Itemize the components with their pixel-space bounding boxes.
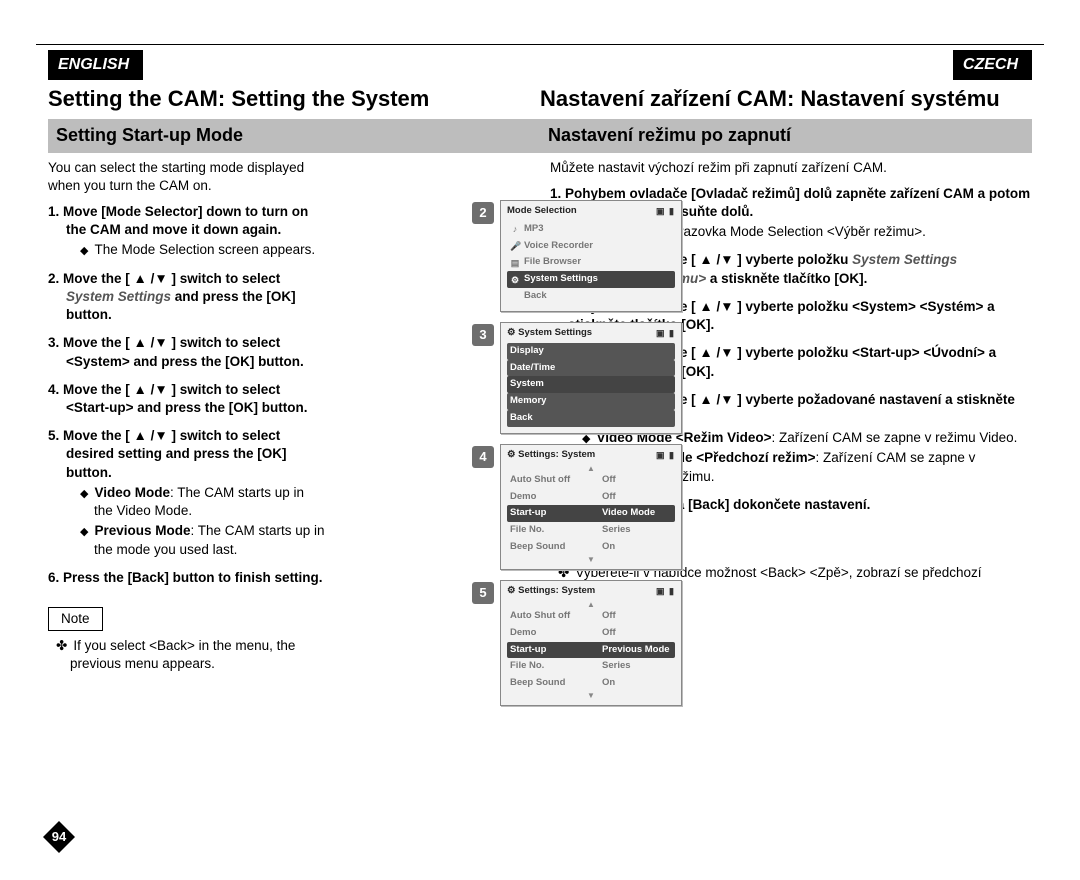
step-1: 1. Move [Mode Selector] down to turn on … <box>48 203 325 260</box>
folder-icon: ▤ <box>510 257 520 269</box>
lang-badge-english: ENGLISH <box>48 50 143 80</box>
step-5-sub-1: Video Mode: The CAM starts up in the Vid… <box>66 484 325 520</box>
steps-left: 1. Move [Mode Selector] down to turn on … <box>48 203 325 587</box>
menu-back: Back <box>507 288 675 305</box>
step-badge-3: 3 <box>472 324 494 346</box>
step-3: 3. Move the [ ▲ /▼ ] switch to select <S… <box>48 334 325 370</box>
screenshot-3: 3 ⚙ System Settings▣ ▮ Display Date/Time… <box>472 322 682 434</box>
device-screenshots: 2 Mode Selection▣ ▮ ♪MP3 🎤Voice Recorder… <box>472 200 682 706</box>
music-icon: ♪ <box>510 223 520 235</box>
menu-voice-recorder: 🎤Voice Recorder <box>507 238 675 255</box>
step-2: 2. Move the [ ▲ /▼ ] switch to select Sy… <box>48 270 325 325</box>
row-start-up-5: Start-upPrevious Mode <box>507 642 675 659</box>
intro-right: Můžete nastavit výchozí režim při zapnut… <box>550 159 1032 177</box>
step-1-sub: The Mode Selection screen appears. <box>66 241 325 259</box>
lcd-5: ⚙ Settings: System▣ ▮ ▲ Auto Shut offOff… <box>500 580 682 706</box>
row-beep-sound-5: Beep SoundOn <box>507 675 675 692</box>
screenshot-5: 5 ⚙ Settings: System▣ ▮ ▲ Auto Shut offO… <box>472 580 682 706</box>
menu-memory: Memory <box>507 393 675 410</box>
left-column: ENGLISH Setting the CAM: Setting the Sys… <box>40 50 540 850</box>
row-file-no: File No.Series <box>507 522 675 539</box>
row-demo: DemoOff <box>507 489 675 506</box>
note-label-left: Note <box>48 607 103 631</box>
row-start-up: Start-upVideo Mode <box>507 505 675 522</box>
step-badge-4: 4 <box>472 446 494 468</box>
gear-icon: ⚙ <box>510 274 520 286</box>
step-badge-2: 2 <box>472 202 494 224</box>
lang-badge-czech: CZECH <box>953 50 1032 80</box>
page-number: 94 <box>52 828 66 846</box>
battery-icon: ▣ ▮ <box>656 585 675 597</box>
lcd-2: Mode Selection▣ ▮ ♪MP3 🎤Voice Recorder ▤… <box>500 200 682 312</box>
lcd-3: ⚙ System Settings▣ ▮ Display Date/Time S… <box>500 322 682 434</box>
screenshot-2: 2 Mode Selection▣ ▮ ♪MP3 🎤Voice Recorder… <box>472 200 682 312</box>
page-title-right: Nastavení zařízení CAM: Nastavení systém… <box>540 84 1032 114</box>
step-5: 5. Move the [ ▲ /▼ ] switch to select de… <box>48 427 325 559</box>
page-content: ENGLISH Setting the CAM: Setting the Sys… <box>40 50 1040 850</box>
step-4: 4. Move the [ ▲ /▼ ] switch to select <S… <box>48 381 325 417</box>
chevron-up-icon: ▲ <box>507 465 675 472</box>
intro-left: You can select the starting mode display… <box>48 159 325 195</box>
gear-icon: ⚙ <box>507 327 516 338</box>
row-auto-shut-off: Auto Shut offOff <box>507 472 675 489</box>
menu-display: Display <box>507 343 675 360</box>
step-badge-5: 5 <box>472 582 494 604</box>
chevron-up-icon: ▲ <box>507 601 675 608</box>
menu-system-settings: ⚙System Settings <box>507 271 675 288</box>
step-6: 6. Press the [Back] button to finish set… <box>48 569 325 587</box>
row-demo-5: DemoOff <box>507 625 675 642</box>
note-body-left: If you select <Back> in the menu, the pr… <box>48 637 325 673</box>
section-title-left: Setting Start-up Mode <box>48 119 540 152</box>
menu-file-browser: ▤File Browser <box>507 254 675 271</box>
battery-icon: ▣ ▮ <box>656 449 675 461</box>
row-beep-sound: Beep SoundOn <box>507 539 675 556</box>
menu-system: System <box>507 376 675 393</box>
row-auto-shut-off-5: Auto Shut offOff <box>507 608 675 625</box>
section-title-right: Nastavení režimu po zapnutí <box>540 119 1032 152</box>
chevron-down-icon: ▼ <box>507 692 675 699</box>
gear-icon: ⚙ <box>507 585 516 596</box>
page-title-left: Setting the CAM: Setting the System <box>48 84 540 114</box>
row-file-no-5: File No.Series <box>507 658 675 675</box>
battery-icon: ▣ ▮ <box>656 205 675 217</box>
menu-back-3: Back <box>507 410 675 427</box>
mic-icon: 🎤 <box>510 240 520 252</box>
chevron-down-icon: ▼ <box>507 556 675 563</box>
gear-icon: ⚙ <box>507 449 516 460</box>
step-5-sub-2: Previous Mode: The CAM starts up in the … <box>66 522 325 558</box>
menu-datetime: Date/Time <box>507 360 675 377</box>
lcd-4: ⚙ Settings: System▣ ▮ ▲ Auto Shut offOff… <box>500 444 682 570</box>
menu-mp3: ♪MP3 <box>507 221 675 238</box>
screenshot-4: 4 ⚙ Settings: System▣ ▮ ▲ Auto Shut offO… <box>472 444 682 570</box>
page-number-badge: 94 <box>42 820 76 854</box>
battery-icon: ▣ ▮ <box>656 327 675 339</box>
